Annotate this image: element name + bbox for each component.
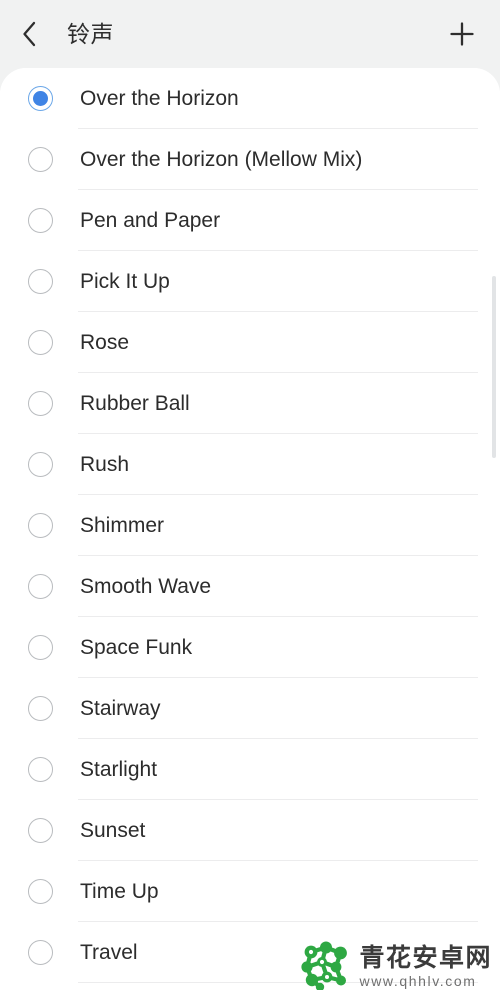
ringtone-list-card: Over the Horizon Over the Horizon (Mellow… [0, 68, 500, 999]
ringtone-label: Starlight [80, 758, 158, 781]
ringtone-row[interactable]: Pick It Up [0, 251, 500, 312]
add-ringtone-button[interactable] [442, 14, 482, 54]
radio-button[interactable] [28, 940, 53, 965]
radio-button[interactable] [28, 818, 53, 843]
radio-button[interactable] [28, 330, 53, 355]
ringtone-picker-screen: 铃声 Over the Horizon Over the Horizon (Mel… [0, 0, 500, 999]
ringtone-label: Travel [80, 941, 138, 964]
page-title: 铃声 [67, 20, 114, 47]
ringtone-row[interactable]: Space Funk [0, 617, 500, 678]
radio-button[interactable] [28, 269, 53, 294]
ringtone-row[interactable]: Rush [0, 434, 500, 495]
ringtone-row[interactable]: Shimmer [0, 495, 500, 556]
ringtone-label: Time Up [80, 880, 159, 903]
radio-button[interactable] [28, 513, 53, 538]
ringtone-row[interactable]: Rose [0, 312, 500, 373]
radio-button[interactable] [28, 757, 53, 782]
ringtone-label: Rubber Ball [80, 392, 190, 415]
plus-icon [448, 20, 476, 48]
ringtone-label: Over the Horizon (Mellow Mix) [80, 148, 363, 171]
ringtone-label: Rush [80, 453, 130, 476]
ringtone-label: Sunset [80, 819, 146, 842]
ringtone-row[interactable]: Over the Horizon [0, 68, 500, 129]
ringtone-list: Over the Horizon Over the Horizon (Mellow… [0, 68, 500, 983]
ringtone-row[interactable]: Sunset [0, 800, 500, 861]
radio-button[interactable] [28, 879, 53, 904]
radio-button[interactable] [28, 574, 53, 599]
radio-button-selected[interactable] [28, 86, 53, 111]
ringtone-row[interactable]: Rubber Ball [0, 373, 500, 434]
ringtone-row[interactable]: Starlight [0, 739, 500, 800]
ringtone-label: Rose [80, 331, 130, 354]
ringtone-row[interactable]: Smooth Wave [0, 556, 500, 617]
radio-button[interactable] [28, 208, 53, 233]
radio-button[interactable] [28, 391, 53, 416]
ringtone-row[interactable]: Time Up [0, 861, 500, 922]
row-divider [78, 982, 478, 983]
chevron-left-icon [20, 20, 38, 48]
ringtone-label: Pen and Paper [80, 209, 221, 232]
radio-button[interactable] [28, 696, 53, 721]
back-button[interactable] [20, 14, 54, 54]
ringtone-row[interactable]: Stairway [0, 678, 500, 739]
ringtone-row[interactable]: Pen and Paper [0, 190, 500, 251]
ringtone-row[interactable]: Travel [0, 922, 500, 983]
radio-button[interactable] [28, 635, 53, 660]
radio-button[interactable] [28, 147, 53, 172]
ringtone-label: Smooth Wave [80, 575, 212, 598]
radio-button[interactable] [28, 452, 53, 477]
ringtone-label: Over the Horizon [80, 87, 239, 110]
app-header: 铃声 [0, 0, 500, 68]
ringtone-label: Pick It Up [80, 270, 170, 293]
ringtone-label: Space Funk [80, 636, 193, 659]
ringtone-label: Stairway [80, 697, 161, 720]
scrollbar-thumb[interactable] [492, 276, 496, 458]
ringtone-label: Shimmer [80, 514, 165, 537]
ringtone-row[interactable]: Over the Horizon (Mellow Mix) [0, 129, 500, 190]
